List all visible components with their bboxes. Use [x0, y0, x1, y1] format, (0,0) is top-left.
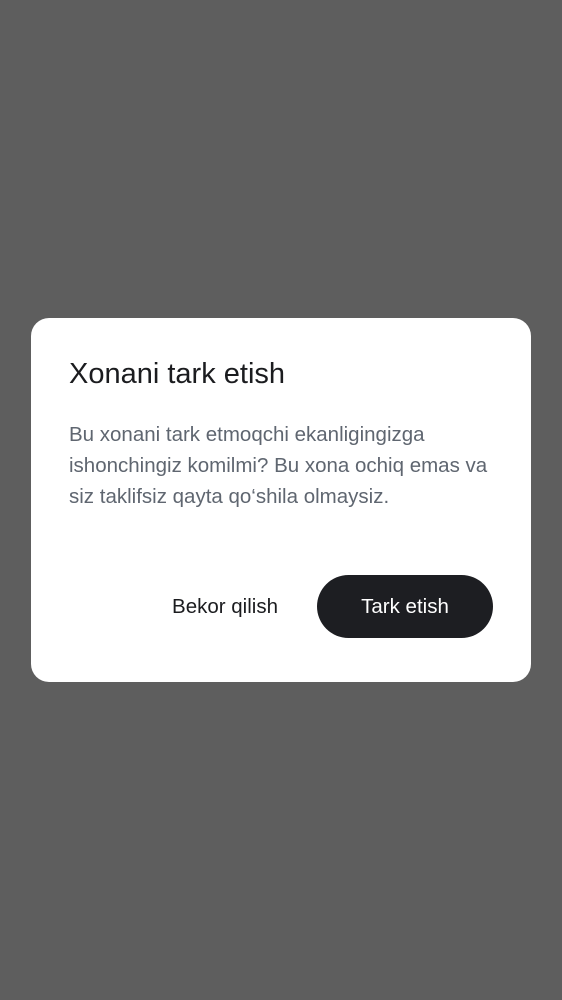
cancel-button[interactable]: Bekor qilish [149, 575, 301, 638]
dialog-message: Bu xonani tark etmoqchi ekanligingizga i… [69, 423, 488, 508]
dialog-actions: Bekor qilish Tark etish [31, 575, 531, 638]
leave-room-dialog: Xonani tark etish Bu xonani tark etmoqch… [31, 318, 531, 682]
leave-button[interactable]: Tark etish [317, 575, 493, 638]
dialog-title: Xonani tark etish [69, 358, 286, 390]
